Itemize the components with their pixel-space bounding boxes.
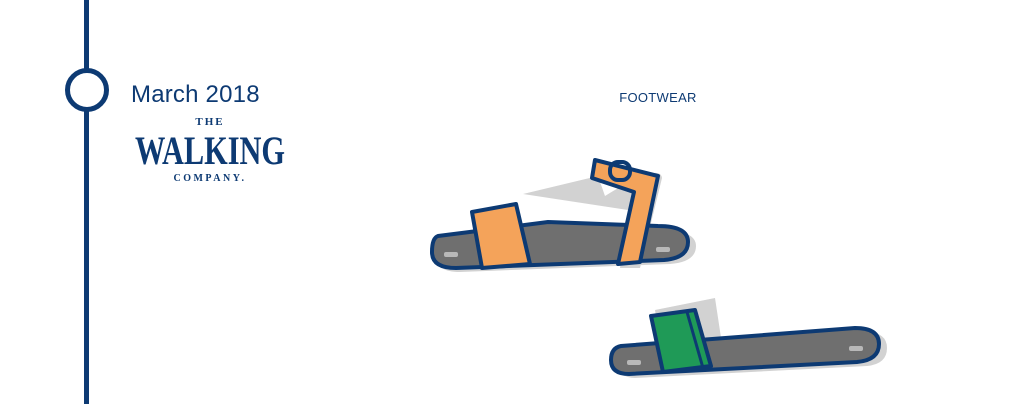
slide-sandal-icon (609, 298, 887, 378)
category-heading: FOOTWEAR (619, 90, 697, 105)
timeline-date: March 2018 (131, 81, 260, 108)
logo-line-the: THE (195, 116, 224, 128)
timeline-line (84, 0, 89, 404)
timeline-node-icon (65, 68, 109, 112)
ankle-strap-sandal-icon (430, 158, 696, 272)
logo-line-walking: WALKING (135, 128, 285, 173)
timeline-slide: March 2018 THE WALKING COMPANY. FOOTWEAR (0, 0, 1024, 404)
logo-line-company: COMPANY. (173, 173, 246, 184)
walking-company-logo: THE WALKING COMPANY. (135, 116, 285, 184)
